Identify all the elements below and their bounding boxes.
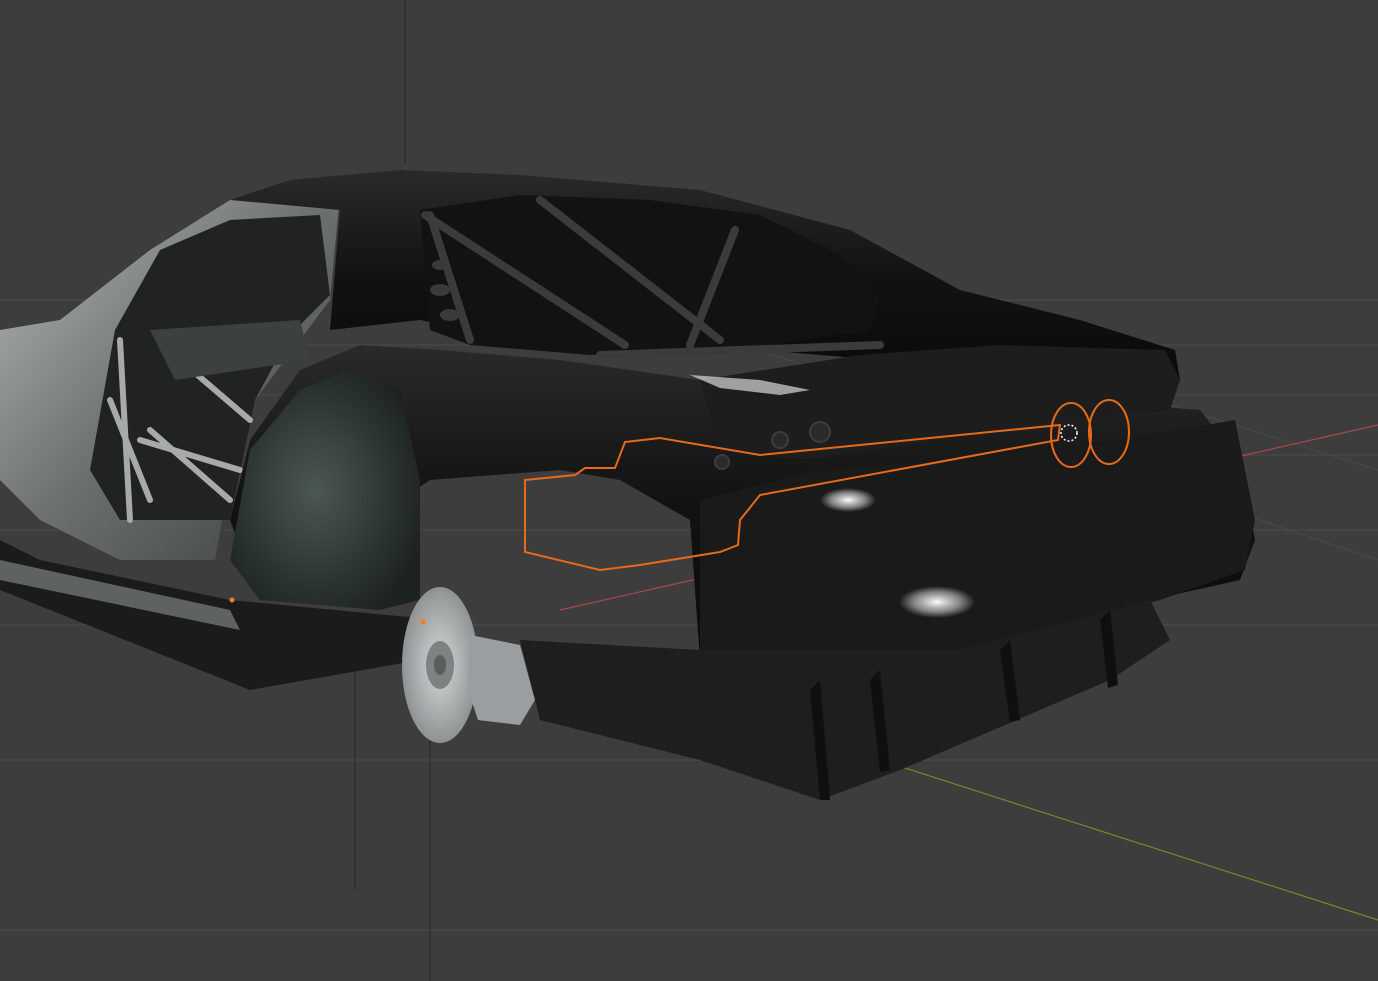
origin-dot-icon[interactable] <box>229 597 235 603</box>
rear-wheel-well <box>230 370 420 610</box>
brake-hub-center <box>434 655 446 675</box>
y-axis-line <box>879 759 1378 921</box>
reflector-light-lower <box>899 586 975 618</box>
origin-dot-icon-2[interactable] <box>420 619 426 625</box>
dashboard-shape <box>150 320 310 380</box>
car-model[interactable] <box>0 170 1255 800</box>
rear-window-opening <box>420 195 880 355</box>
reflector-light-upper <box>820 488 876 512</box>
rear-brake-assembly <box>402 587 535 743</box>
3d-viewport[interactable] <box>0 0 1378 981</box>
viewport-canvas[interactable] <box>0 0 1378 981</box>
